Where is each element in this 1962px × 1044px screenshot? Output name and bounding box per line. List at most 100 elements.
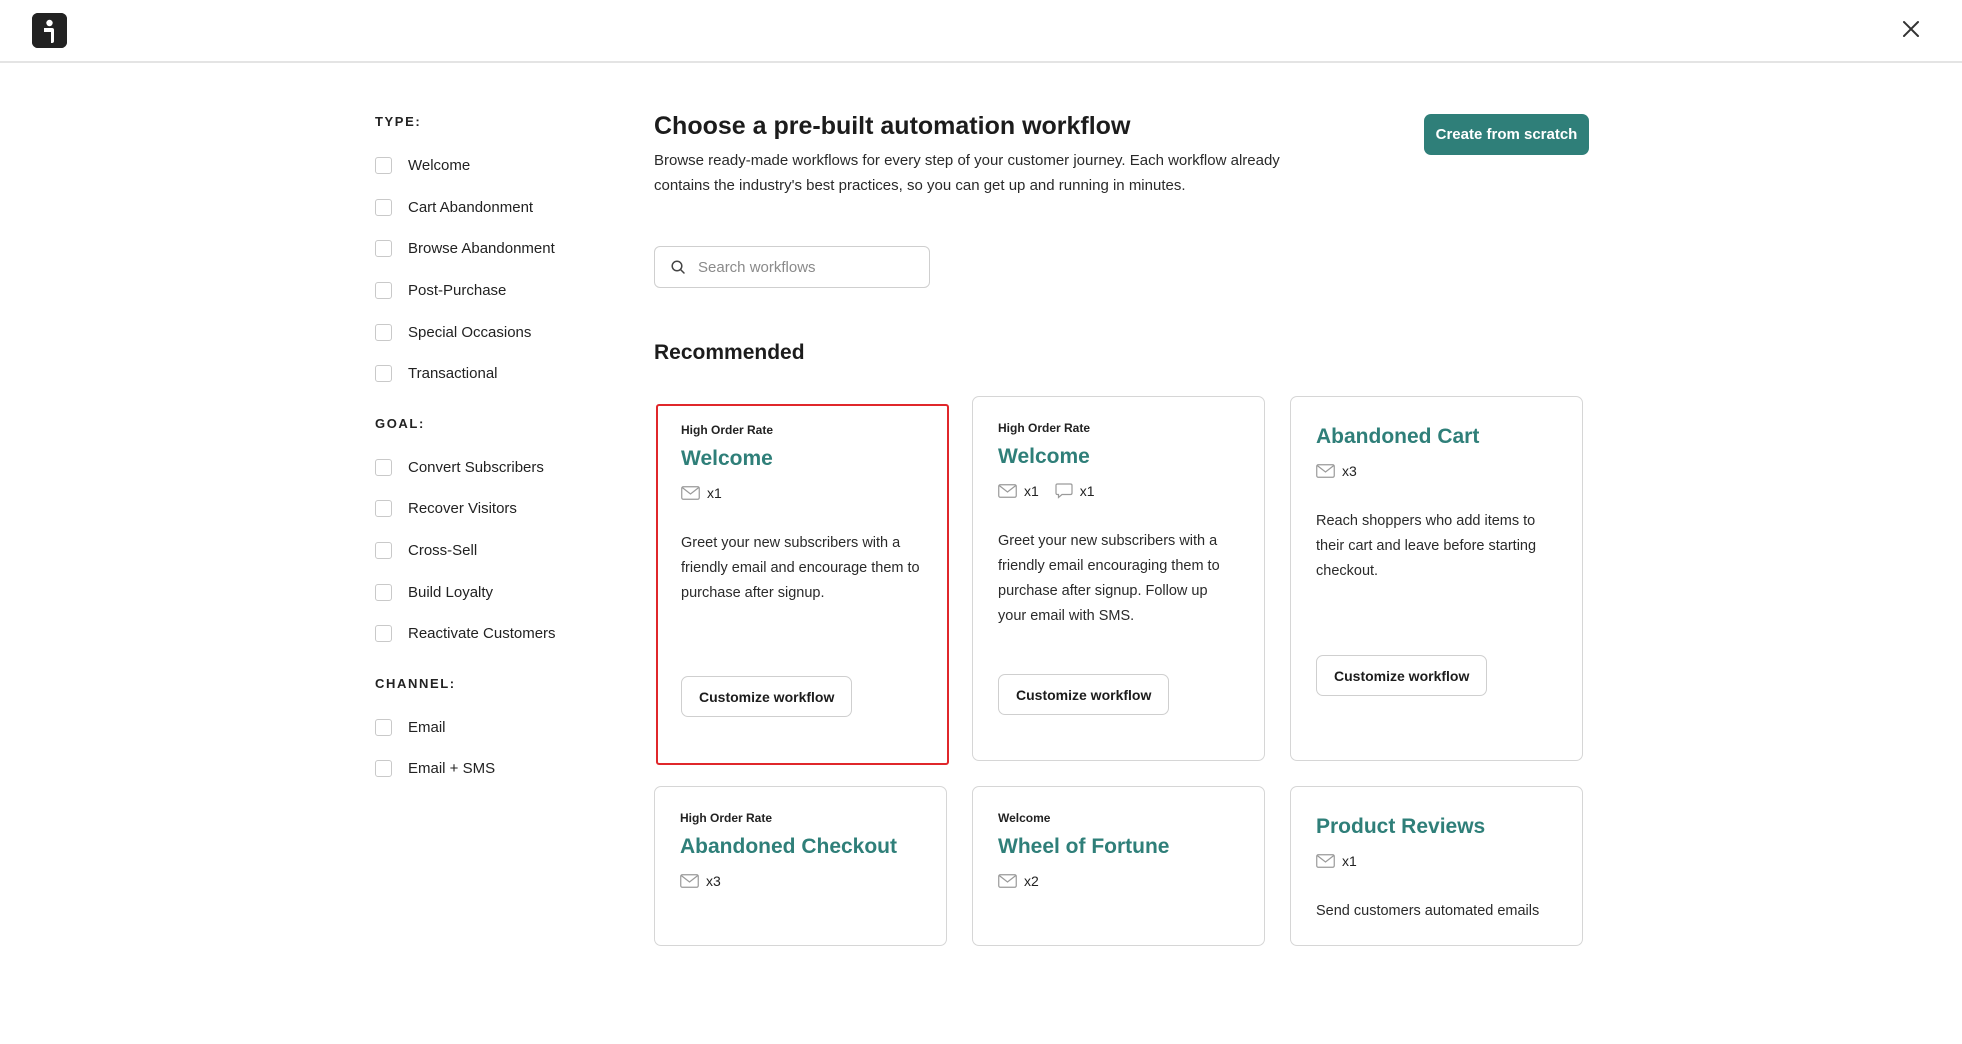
- channel-count: x1: [1342, 853, 1357, 869]
- checkbox[interactable]: [375, 625, 392, 643]
- filter-label: Special Occasions: [408, 323, 532, 341]
- filter-post-purchase[interactable]: Post-Purchase: [375, 270, 605, 312]
- customize-workflow-button[interactable]: Customize workflow: [1316, 655, 1488, 696]
- filter-transactional[interactable]: Transactional: [375, 353, 605, 395]
- filter-group-title: GOAL:: [375, 415, 425, 431]
- filter-label: Email + SMS: [408, 760, 496, 778]
- checkbox[interactable]: [375, 458, 392, 476]
- filter-group-title: CHANNEL:: [375, 675, 456, 691]
- filter-label: Cross-Sell: [408, 542, 478, 560]
- filter-convert-subscribers[interactable]: Convert Subscribers: [375, 447, 605, 489]
- checkbox[interactable]: [375, 542, 392, 560]
- filter-group-title: TYPE:: [375, 114, 422, 129]
- workflow-card-product-reviews[interactable]: Product Reviews x1 Send customers automa…: [1290, 786, 1583, 946]
- filter-label: Reactivate Customers: [408, 625, 556, 643]
- filter-email-sms[interactable]: Email + SMS: [375, 748, 605, 790]
- top-bar: [0, 0, 1962, 63]
- channel-email: x3: [1316, 463, 1357, 479]
- search-input[interactable]: [698, 258, 918, 276]
- checkbox[interactable]: [375, 500, 392, 518]
- card-title[interactable]: Product Reviews: [1316, 815, 1557, 843]
- filter-special-occasions[interactable]: Special Occasions: [375, 311, 605, 353]
- workflow-card-abandoned-checkout[interactable]: High Order Rate Abandoned Checkout x3: [654, 786, 947, 946]
- filter-reactivate-customers[interactable]: Reactivate Customers: [375, 613, 605, 655]
- card-title[interactable]: Abandoned Checkout: [680, 835, 921, 863]
- mail-icon: [998, 484, 1017, 498]
- checkbox[interactable]: [375, 198, 392, 216]
- card-description: Send customers automated emails: [1316, 903, 1540, 919]
- checkbox[interactable]: [375, 323, 392, 341]
- filter-welcome[interactable]: Welcome: [375, 145, 605, 187]
- card-description: Reach shoppers who add items to their ca…: [1316, 513, 1537, 579]
- filter-browse-abandonment[interactable]: Browse Abandonment: [375, 228, 605, 270]
- workflow-card-welcome-email-sms[interactable]: High Order Rate Welcome x1 x1 Greet your…: [972, 396, 1265, 761]
- filter-label: Transactional: [408, 365, 498, 383]
- checkbox[interactable]: [375, 365, 392, 383]
- card-description: Greet your new subscribers with a friend…: [998, 533, 1220, 624]
- filter-group-goal: GOAL: Convert Subscribers Recover Visito…: [375, 416, 605, 655]
- search-box[interactable]: [654, 246, 930, 288]
- mail-icon: [1316, 464, 1335, 478]
- close-icon[interactable]: [1898, 16, 1924, 42]
- checkbox[interactable]: [375, 583, 392, 601]
- workflow-card-welcome-email[interactable]: High Order Rate Welcome x1 Greet your ne…: [656, 404, 949, 765]
- card-channels: x1: [681, 483, 924, 503]
- channel-count: x2: [1024, 873, 1039, 889]
- filter-label: Welcome: [408, 157, 471, 175]
- card-description: Greet your new subscribers with a friend…: [681, 535, 920, 601]
- channel-email: x2: [998, 873, 1039, 889]
- checkbox[interactable]: [375, 718, 392, 736]
- customize-workflow-button[interactable]: Customize workflow: [998, 674, 1170, 715]
- search-icon: [670, 259, 686, 275]
- filter-label: Build Loyalty: [408, 583, 494, 601]
- channel-email: x1: [998, 483, 1039, 499]
- card-tag: High Order Rate: [681, 423, 774, 437]
- filter-build-loyalty[interactable]: Build Loyalty: [375, 571, 605, 613]
- filter-label: Email: [408, 718, 446, 736]
- filter-sidebar: TYPE: Welcome Cart Abandonment Browse Ab…: [375, 114, 605, 790]
- channel-sms: x1: [1055, 483, 1095, 499]
- filter-label: Post-Purchase: [408, 282, 507, 300]
- card-channels: x3: [1316, 461, 1557, 481]
- card-title[interactable]: Wheel of Fortune: [998, 835, 1239, 863]
- checkbox[interactable]: [375, 760, 392, 778]
- workflow-card-wheel-of-fortune[interactable]: Welcome Wheel of Fortune x2: [972, 786, 1265, 946]
- checkbox[interactable]: [375, 240, 392, 258]
- create-from-scratch-button[interactable]: Create from scratch: [1424, 114, 1589, 155]
- card-channels: x1 x1: [998, 481, 1239, 501]
- card-channels: x3: [680, 871, 921, 891]
- channel-email: x1: [1316, 853, 1357, 869]
- brand-logo-icon[interactable]: [32, 13, 67, 48]
- channel-count: x1: [1079, 483, 1095, 499]
- mail-icon: [998, 874, 1017, 888]
- filter-recover-visitors[interactable]: Recover Visitors: [375, 488, 605, 530]
- card-title[interactable]: Welcome: [681, 447, 924, 475]
- page-title: Choose a pre-built automation workflow: [654, 112, 1131, 140]
- filter-label: Recover Visitors: [408, 500, 517, 518]
- card-channels: x2: [998, 871, 1239, 891]
- filter-email[interactable]: Email: [375, 707, 605, 749]
- customize-workflow-button[interactable]: Customize workflow: [681, 676, 853, 717]
- card-channels: x1: [1316, 851, 1557, 871]
- workflow-card-abandoned-cart[interactable]: Abandoned Cart x3 Reach shoppers who add…: [1290, 396, 1583, 761]
- filter-label: Browse Abandonment: [408, 240, 555, 258]
- filter-cross-sell[interactable]: Cross-Sell: [375, 530, 605, 572]
- card-title[interactable]: Welcome: [998, 445, 1239, 473]
- card-tag: High Order Rate: [680, 811, 773, 825]
- channel-email: x3: [680, 873, 721, 889]
- mail-icon: [681, 486, 700, 500]
- section-title-recommended: Recommended: [654, 341, 805, 364]
- channel-count: x1: [707, 485, 722, 501]
- filter-cart-abandonment[interactable]: Cart Abandonment: [375, 187, 605, 229]
- mail-icon: [1316, 854, 1335, 868]
- filter-label: Convert Subscribers: [408, 458, 544, 476]
- channel-email: x1: [681, 485, 722, 501]
- channel-count: x3: [706, 873, 721, 889]
- card-tag: Welcome: [998, 811, 1051, 825]
- checkbox[interactable]: [375, 282, 392, 300]
- card-tag: High Order Rate: [998, 421, 1091, 435]
- card-title[interactable]: Abandoned Cart: [1316, 425, 1557, 453]
- channel-count: x3: [1342, 463, 1357, 479]
- sms-icon: [1055, 483, 1073, 499]
- checkbox[interactable]: [375, 157, 392, 175]
